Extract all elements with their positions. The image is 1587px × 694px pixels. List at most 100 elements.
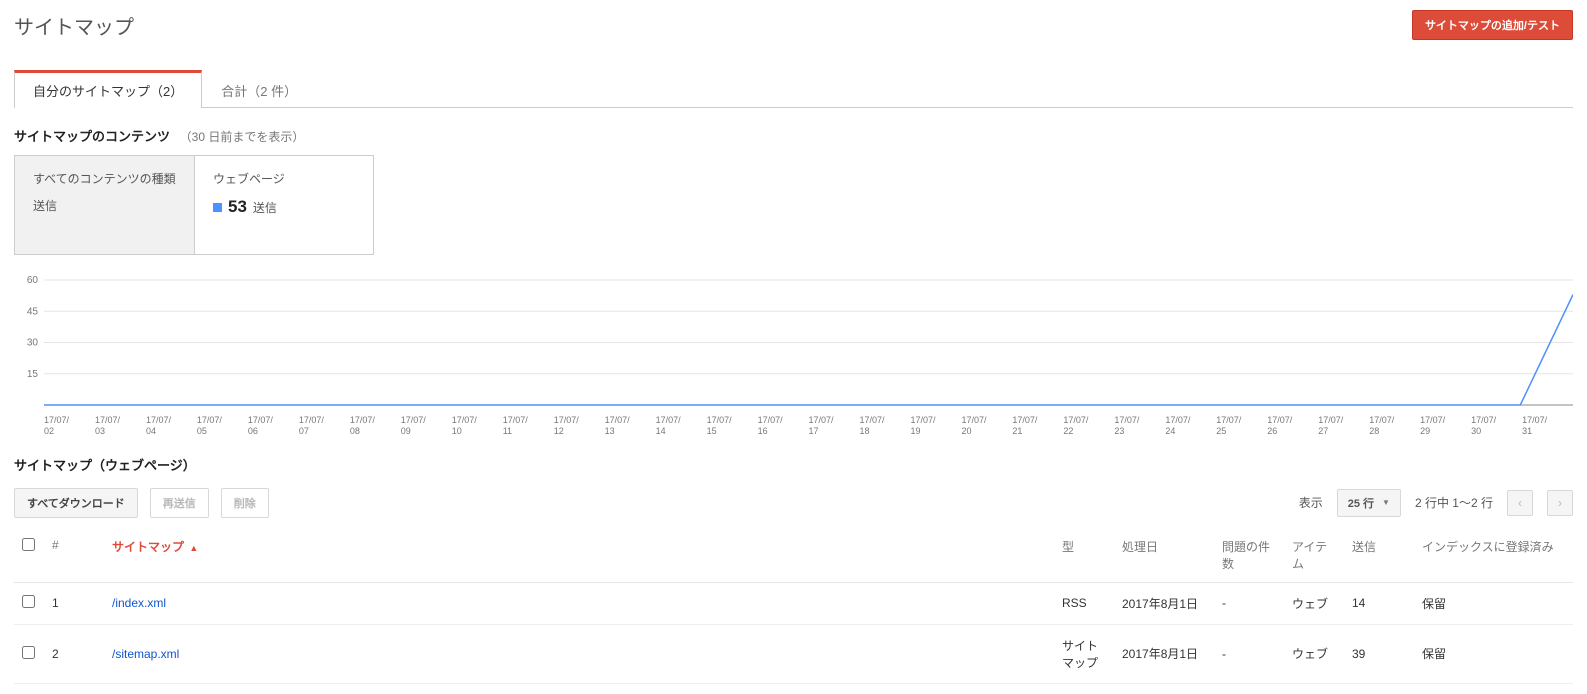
content-box-web[interactable]: ウェブページ 53 送信 [194,155,374,255]
table-header-row: # サイトマップ ▲ 型 処理日 問題の件数 アイテム 送信 インデックスに登録… [14,528,1573,583]
content-box-web-sub: 送信 [253,199,277,216]
cell-num: 1 [44,582,104,624]
col-type[interactable]: 型 [1054,528,1114,583]
list-toolbar: すべてダウンロード 再送信 削除 表示 25 行 ▼ 2 行中 1〜2 行 ‹ … [14,488,1573,518]
cell-sent: 39 [1344,624,1414,683]
svg-text:15: 15 [27,369,39,380]
download-all-button[interactable]: すべてダウンロード [14,488,138,518]
chart-x-tick: 17/07/17 [809,415,860,437]
chart-x-tick: 17/07/26 [1267,415,1318,437]
cell-type: RSS [1054,582,1114,624]
col-sitemap-label: サイトマップ [112,540,184,554]
chart-x-tick: 17/07/20 [961,415,1012,437]
chart-x-tick: 17/07/27 [1318,415,1369,437]
cell-type: サイトマップ [1054,624,1114,683]
cell-indexed: 保留 [1414,582,1573,624]
chart-x-tick: 17/07/13 [605,415,656,437]
col-sitemap[interactable]: サイトマップ ▲ [104,528,1054,583]
content-box-all-sub: 送信 [33,197,176,214]
tab-my-sitemaps[interactable]: 自分のサイトマップ（2） [14,70,202,108]
cell-sent: 14 [1344,582,1414,624]
chart-x-tick: 17/07/03 [95,415,146,437]
content-box-web-label: ウェブページ [213,170,355,187]
cell-items: ウェブ [1284,582,1344,624]
row-checkbox[interactable] [22,595,35,608]
chart-x-tick: 17/07/25 [1216,415,1267,437]
pager-prev-button[interactable]: ‹ [1507,490,1533,516]
svg-text:45: 45 [27,306,39,317]
content-box-all[interactable]: すべてのコンテンツの種類 送信 [14,155,194,255]
content-boxes: すべてのコンテンツの種類 送信 ウェブページ 53 送信 [14,155,1573,255]
content-box-web-value: 53 [228,197,247,217]
select-all-checkbox[interactable] [22,538,35,551]
contents-heading-text: サイトマップのコンテンツ [14,129,170,144]
chart-x-tick: 17/07/09 [401,415,452,437]
chart-x-tick: 17/07/31 [1522,415,1573,437]
col-issues[interactable]: 問題の件数 [1214,528,1284,583]
col-indexed[interactable]: インデックスに登録済み [1414,528,1573,583]
pager-label: 2 行中 1〜2 行 [1415,494,1493,511]
chart-x-tick: 17/07/30 [1471,415,1522,437]
pager-next-button[interactable]: › [1547,490,1573,516]
list-heading: サイトマップ（ウェブページ） [14,455,1573,474]
delete-button[interactable]: 削除 [221,488,269,518]
chart-x-tick: 17/07/10 [452,415,503,437]
cell-indexed: 保留 [1414,624,1573,683]
chart-x-tick: 17/07/22 [1063,415,1114,437]
content-box-all-label: すべてのコンテンツの種類 [33,170,176,187]
tabs: 自分のサイトマップ（2） 合計（2 件） [14,70,1573,108]
chart: 15304560 17/07/0217/07/0317/07/0417/07/0… [14,275,1573,437]
table-row: 1/index.xml RSS2017年8月1日-ウェブ14保留 [14,582,1573,624]
col-processed[interactable]: 処理日 [1114,528,1214,583]
col-items[interactable]: アイテム [1284,528,1344,583]
sort-asc-icon: ▲ [189,543,198,553]
chart-x-tick: 17/07/19 [910,415,961,437]
header: サイトマップ サイトマップの追加/テスト [14,10,1573,40]
chart-x-tick: 17/07/02 [44,415,95,437]
chevron-down-icon: ▼ [1382,498,1390,507]
chart-x-tick: 17/07/23 [1114,415,1165,437]
chart-x-tick: 17/07/08 [350,415,401,437]
resend-button[interactable]: 再送信 [150,488,209,518]
page-title: サイトマップ [14,11,134,40]
chart-x-tick: 17/07/24 [1165,415,1216,437]
chart-x-tick: 17/07/05 [197,415,248,437]
chart-x-tick: 17/07/11 [503,415,554,437]
cell-num: 2 [44,624,104,683]
cell-items: ウェブ [1284,624,1344,683]
toolbar-left: すべてダウンロード 再送信 削除 [14,488,269,518]
content-box-web-value-row: 53 送信 [213,197,355,217]
chart-x-tick: 17/07/07 [299,415,350,437]
svg-text:60: 60 [27,275,39,286]
sitemap-table: # サイトマップ ▲ 型 処理日 問題の件数 アイテム 送信 インデックスに登録… [14,528,1573,684]
col-sent[interactable]: 送信 [1344,528,1414,583]
chart-x-tick: 17/07/12 [554,415,605,437]
cell-issues: - [1214,624,1284,683]
legend-square-icon [213,203,222,212]
chart-x-tick: 17/07/18 [860,415,911,437]
chart-x-tick: 17/07/21 [1012,415,1063,437]
chart-x-tick: 17/07/16 [758,415,809,437]
chart-x-tick: 17/07/29 [1420,415,1471,437]
chart-x-tick: 17/07/28 [1369,415,1420,437]
chart-x-tick: 17/07/06 [248,415,299,437]
cell-processed: 2017年8月1日 [1114,582,1214,624]
sitemap-link[interactable]: /sitemap.xml [112,647,179,661]
chart-x-tick: 17/07/15 [707,415,758,437]
add-sitemap-button[interactable]: サイトマップの追加/テスト [1412,10,1573,40]
chart-svg: 15304560 [14,275,1573,415]
sitemap-link[interactable]: /index.xml [112,596,166,610]
tab-total[interactable]: 合計（2 件） [202,70,316,108]
chart-x-ticks: 17/07/0217/07/0317/07/0417/07/0517/07/06… [44,415,1573,437]
rows-select-value: 25 行 [1348,495,1374,511]
cell-processed: 2017年8月1日 [1114,624,1214,683]
table-row: 2/sitemap.xml サイトマップ2017年8月1日-ウェブ39保留 [14,624,1573,683]
show-label: 表示 [1299,494,1323,511]
toolbar-right: 表示 25 行 ▼ 2 行中 1〜2 行 ‹ › [1299,489,1573,517]
row-checkbox[interactable] [22,646,35,659]
contents-heading: サイトマップのコンテンツ （30 日前までを表示） [14,126,1573,145]
col-num[interactable]: # [44,528,104,583]
cell-issues: - [1214,582,1284,624]
rows-select[interactable]: 25 行 ▼ [1337,489,1401,517]
contents-heading-sub: （30 日前までを表示） [180,130,305,144]
